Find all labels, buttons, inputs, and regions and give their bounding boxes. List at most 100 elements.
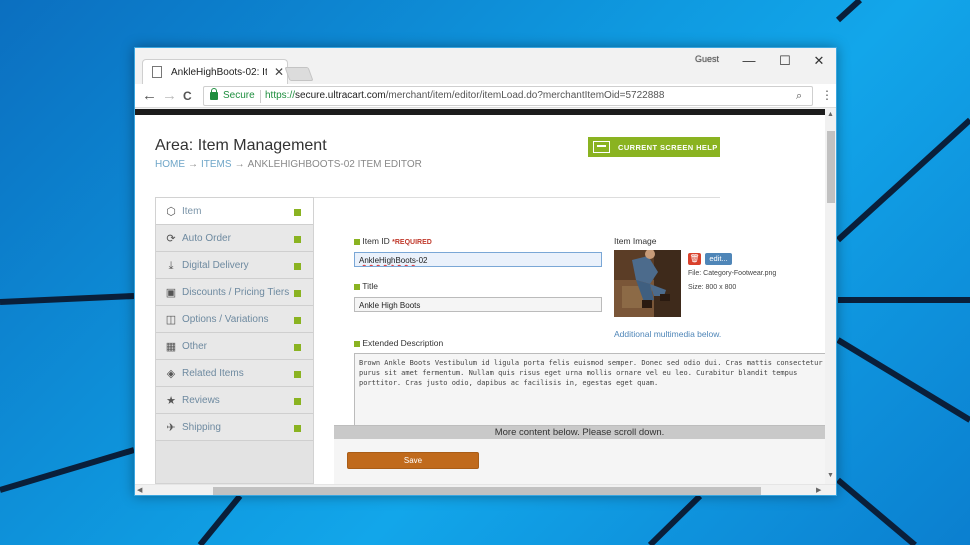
sidebar-item-label: Options / Variations (182, 314, 269, 325)
close-window-button[interactable]: ✕ (805, 51, 833, 71)
download-icon: ⤓ (168, 260, 174, 272)
sidebar-item-item[interactable]: ⬡ Item (156, 198, 313, 225)
sidebar-item-label: Reviews (182, 395, 220, 406)
info-icon[interactable] (294, 398, 301, 405)
title-label: Title (354, 281, 378, 291)
info-icon[interactable] (294, 317, 301, 324)
info-icon[interactable] (294, 236, 301, 243)
item-image[interactable] (614, 250, 681, 317)
url-scheme: https:// (265, 90, 296, 101)
page-viewport: Area: Item Management HOME → ITEMS → ANKLEHI… (135, 115, 825, 484)
sidebar-item-auto-order[interactable]: ⟳ Auto Order (156, 225, 313, 252)
browser-tab[interactable]: AnkleHighBoots-02: Item ✕ (142, 59, 288, 84)
item-id-input[interactable]: AnkleHighBoots-02 (354, 252, 602, 267)
monitor-icon (593, 141, 610, 153)
sidebar-item-label: Shipping (182, 422, 221, 433)
image-file-size: Size: 800 x 800 (688, 284, 737, 291)
info-icon[interactable] (294, 263, 301, 270)
delete-image-button[interactable]: 🗑 (688, 253, 701, 265)
search-icon[interactable]: ⌕ (796, 90, 802, 103)
grid-icon: ▦ (165, 341, 177, 353)
info-icon[interactable] (294, 209, 301, 216)
scroll-left-icon[interactable]: ◀ (137, 486, 142, 494)
url-text[interactable]: https://secure.ultracart.com/merchant/it… (265, 90, 664, 101)
maximize-button[interactable]: ☐ (771, 51, 799, 71)
info-icon[interactable] (354, 340, 360, 347)
help-button-label: CURRENT SCREEN HELP (618, 143, 718, 152)
item-id-label: Item ID *REQUIRED (354, 236, 432, 246)
info-icon[interactable] (294, 344, 301, 351)
url-host: secure.ultracart.com (295, 90, 386, 101)
repeat-icon: ⟳ (166, 233, 176, 245)
scroll-right-icon[interactable]: ▶ (816, 486, 821, 494)
forward-button[interactable]: → (162, 87, 177, 105)
vertical-scroll-thumb[interactable] (827, 131, 835, 203)
trash-icon: 🗑 (689, 254, 700, 263)
address-bar[interactable]: Secure https://secure.ultracart.com/merc… (203, 86, 813, 106)
extended-description-label-text: Extended Description (362, 338, 444, 348)
content-divider (313, 197, 720, 198)
sidebar-item-reviews[interactable]: ★ Reviews (156, 387, 313, 414)
required-label: *REQUIRED (392, 239, 432, 246)
sidebar-item-shipping[interactable]: ✈ Shipping (156, 414, 313, 441)
breadcrumb-home[interactable]: HOME (155, 159, 185, 170)
tab-close-icon[interactable]: ✕ (274, 65, 284, 79)
vertical-scrollbar[interactable]: ▲ ▼ (825, 109, 836, 484)
profile-label[interactable]: Guest (695, 54, 719, 64)
info-icon[interactable] (294, 425, 301, 432)
sidebar-item-options[interactable]: ◫ Options / Variations (156, 306, 313, 333)
item-id-value-misspelled: AnkleHighBoots (359, 256, 416, 265)
breadcrumb-current: ANKLEHIGHBOOTS-02 ITEM EDITOR (247, 159, 422, 170)
scroll-notice: More content below. Please scroll down. (334, 425, 825, 439)
reload-button[interactable]: C (183, 87, 192, 105)
multimedia-note: Additional multimedia below. (614, 329, 722, 339)
page-title: Area: Item Management (155, 137, 327, 154)
item-image-label: Item Image (614, 236, 657, 246)
browser-titlebar: AnkleHighBoots-02: Item ✕ Guest — ☐ ✕ (135, 48, 836, 84)
scroll-up-icon[interactable]: ▲ (827, 111, 834, 118)
scroll-down-icon[interactable]: ▼ (827, 472, 834, 479)
address-divider (260, 90, 261, 103)
edit-image-button[interactable]: edit... (705, 253, 732, 265)
item-editor-sidebar: ⬡ Item ⟳ Auto Order ⤓ Digital Delivery ▣… (155, 197, 314, 484)
tab-title: AnkleHighBoots-02: Item (171, 67, 267, 78)
sidebar-item-other[interactable]: ▦ Other (156, 333, 313, 360)
sidebar-item-digital-delivery[interactable]: ⤓ Digital Delivery (156, 252, 313, 279)
info-icon[interactable] (294, 290, 301, 297)
horizontal-scroll-thumb[interactable] (213, 487, 761, 495)
back-button[interactable]: ← (142, 87, 157, 105)
save-bar: Save (334, 439, 825, 484)
info-icon[interactable] (294, 371, 301, 378)
extended-description-label: Extended Description (354, 338, 443, 348)
extended-description-textarea[interactable]: Brown Ankle Boots Vestibulum id ligula p… (354, 353, 825, 435)
info-icon[interactable] (354, 238, 360, 245)
browser-menu-icon[interactable]: ⋮ (821, 88, 833, 102)
item-id-label-text: Item ID (362, 236, 390, 246)
plane-icon: ✈ (166, 422, 176, 434)
title-label-text: Title (362, 281, 378, 291)
url-path: /merchant/item/editor/itemLoad.do?mercha… (385, 90, 665, 101)
options-icon: ◫ (165, 314, 177, 326)
sidebar-item-label: Related Items (182, 368, 244, 379)
info-icon[interactable] (354, 283, 360, 290)
sidebar-item-label: Discounts / Pricing Tiers (182, 287, 290, 298)
browser-window: AnkleHighBoots-02: Item ✕ Guest — ☐ ✕ ← … (134, 47, 837, 496)
star-icon: ★ (166, 395, 176, 407)
sidebar-item-related-items[interactable]: ◈ Related Items (156, 360, 313, 387)
new-tab-button[interactable] (284, 67, 314, 81)
breadcrumb-arrow: → (234, 159, 245, 170)
minimize-button[interactable]: — (735, 51, 763, 71)
tag-icon: ▣ (165, 287, 177, 299)
current-screen-help-button[interactable]: CURRENT SCREEN HELP (588, 137, 720, 157)
horizontal-scrollbar[interactable]: ◀ ▶ (135, 484, 836, 495)
box-icon: ◈ (166, 368, 176, 380)
sidebar-item-label: Digital Delivery (182, 260, 249, 271)
sidebar-item-discounts[interactable]: ▣ Discounts / Pricing Tiers (156, 279, 313, 306)
breadcrumb-items[interactable]: ITEMS (201, 159, 232, 170)
breadcrumb: HOME → ITEMS → ANKLEHIGHBOOTS-02 ITEM EDITOR (155, 159, 422, 170)
secure-label: Secure (223, 90, 255, 101)
save-button[interactable]: Save (347, 452, 479, 469)
title-input[interactable]: Ankle High Boots (354, 297, 602, 312)
sidebar-item-label: Item (182, 206, 202, 217)
image-file-name: File: Category-Footwear.png (688, 270, 777, 277)
